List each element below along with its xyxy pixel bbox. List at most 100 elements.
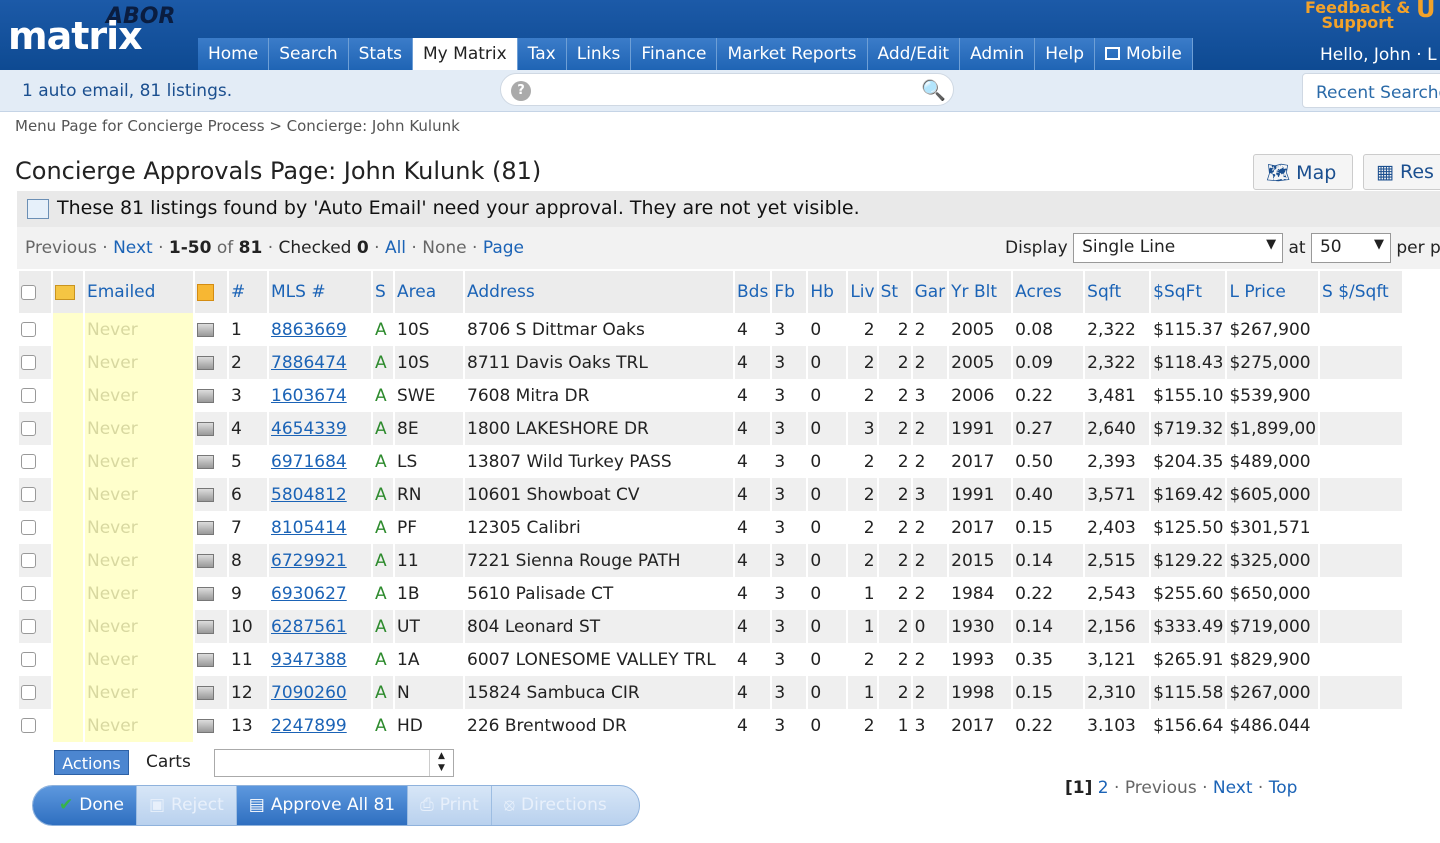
checkbox[interactable] [21,520,36,535]
nav-mobile[interactable]: Mobile [1095,38,1193,70]
mls-cell[interactable]: 6971684 [269,445,371,478]
nav-my-matrix[interactable]: My Matrix [413,38,518,70]
mls-cell[interactable]: 6930627 [269,577,371,610]
mls-cell[interactable]: 8863669 [269,313,371,346]
col-status[interactable]: S [373,271,393,313]
nav-stats[interactable]: Stats [348,38,414,70]
checkbox[interactable] [21,355,36,370]
checkbox[interactable] [21,421,36,436]
nav-add-edit[interactable]: Add/Edit [867,38,961,70]
mls-link[interactable]: 8105414 [271,518,347,538]
col-emailed[interactable]: Emailed [85,271,193,313]
row-select-cell[interactable] [19,511,51,544]
col-half-baths[interactable]: Hb [808,271,847,313]
mls-cell[interactable]: 2247899 [269,709,371,742]
search-icon[interactable]: 🔍 [921,78,946,102]
mls-link[interactable]: 1603674 [271,386,347,406]
mls-link[interactable]: 6971684 [271,452,347,472]
mls-link[interactable]: 5804812 [271,485,347,505]
row-select-cell[interactable] [19,577,51,610]
row-select-cell[interactable] [19,379,51,412]
checkbox[interactable] [21,553,36,568]
col-address[interactable]: Address [465,271,733,313]
photo-icon[interactable] [197,322,214,337]
help-icon[interactable]: ? [511,81,531,101]
nav-admin[interactable]: Admin [960,38,1036,70]
auto-email-info[interactable]: 1 auto email, 81 listings. [22,81,232,101]
photo-cell[interactable] [195,511,227,544]
photo-cell[interactable] [195,577,227,610]
photo-cell[interactable] [195,346,227,379]
photo-icon[interactable] [197,652,214,667]
top-link[interactable]: Top [1269,778,1298,798]
user-greeting[interactable]: Hello, John · L [1320,45,1437,65]
checkbox[interactable] [21,487,36,502]
reject-button[interactable]: ▣ Reject [137,786,237,825]
col-garage[interactable]: Gar [912,271,948,313]
bottom-next[interactable]: Next [1213,778,1253,798]
photo-cell[interactable] [195,478,227,511]
mls-link[interactable]: 7886474 [271,353,347,373]
row-select-cell[interactable] [19,643,51,676]
nav-home[interactable]: Home [198,38,270,70]
checkbox[interactable] [21,586,36,601]
mls-link[interactable]: 9347388 [271,650,347,670]
row-select-cell[interactable] [19,412,51,445]
col-year-built[interactable]: Yr Blt [949,271,1012,313]
photo-cell[interactable] [195,709,227,742]
bottom-previous[interactable]: Previous [1125,778,1197,798]
col-sold-price-per-sqft[interactable]: S $/Sqft [1320,271,1403,313]
mls-link[interactable]: 6729921 [271,551,347,571]
col-sqft[interactable]: Sqft [1085,271,1150,313]
row-select-cell[interactable] [19,544,51,577]
photo-cell[interactable] [195,610,227,643]
pager-next[interactable]: Next [113,238,153,258]
photo-cell[interactable] [195,544,227,577]
mls-cell[interactable]: 5804812 [269,478,371,511]
col-acres[interactable]: Acres [1013,271,1084,313]
photo-cell[interactable] [195,379,227,412]
photo-icon[interactable] [197,421,214,436]
mls-link[interactable]: 6930627 [271,584,347,604]
carts-select[interactable]: ▲ ▼ [214,749,454,777]
photo-icon[interactable] [197,553,214,568]
nav-links[interactable]: Links [566,38,632,70]
feedback-support-link[interactable]: Feedback & Support U [1305,0,1436,31]
photo-icon[interactable] [197,586,214,601]
select-all-checkbox-header[interactable] [19,271,51,313]
col-stories[interactable]: St [878,271,911,313]
photo-icon[interactable] [197,355,214,370]
checkbox[interactable] [21,652,36,667]
photo-icon[interactable] [197,718,214,733]
per-page-select[interactable]: 50 ▼ [1310,233,1391,263]
nav-market-reports[interactable]: Market Reports [717,38,868,70]
photo-icon[interactable] [197,619,214,634]
photo-icon[interactable] [197,487,214,502]
checkbox[interactable] [21,685,36,700]
row-select-cell[interactable] [19,709,51,742]
row-select-cell[interactable] [19,610,51,643]
col-price-per-sqft[interactable]: $SqFt [1151,271,1226,313]
col-living[interactable]: Liv [848,271,877,313]
results-button[interactable]: ▦ Res [1363,154,1440,190]
mls-cell[interactable]: 6729921 [269,544,371,577]
actions-button[interactable]: Actions [54,750,129,775]
nav-help[interactable]: Help [1035,38,1096,70]
spinner-icon[interactable]: ▲ ▼ [429,750,453,776]
mls-link[interactable]: 6287561 [271,617,347,637]
photo-icon[interactable] [197,388,214,403]
approve-all-button[interactable]: ▤ Approve All 81 [236,786,409,825]
checkbox[interactable] [21,454,36,469]
photo-icon[interactable] [197,454,214,469]
col-list-price[interactable]: L Price [1227,271,1319,313]
quick-search-input[interactable]: ? 🔍 [500,73,954,106]
col-area[interactable]: Area [395,271,463,313]
row-select-cell[interactable] [19,478,51,511]
mls-cell[interactable]: 7090260 [269,676,371,709]
col-number[interactable]: # [229,271,267,313]
mls-cell[interactable]: 6287561 [269,610,371,643]
row-select-cell[interactable] [19,445,51,478]
mls-link[interactable]: 7090260 [271,683,347,703]
checkbox[interactable] [21,388,36,403]
checkbox[interactable] [21,284,36,300]
